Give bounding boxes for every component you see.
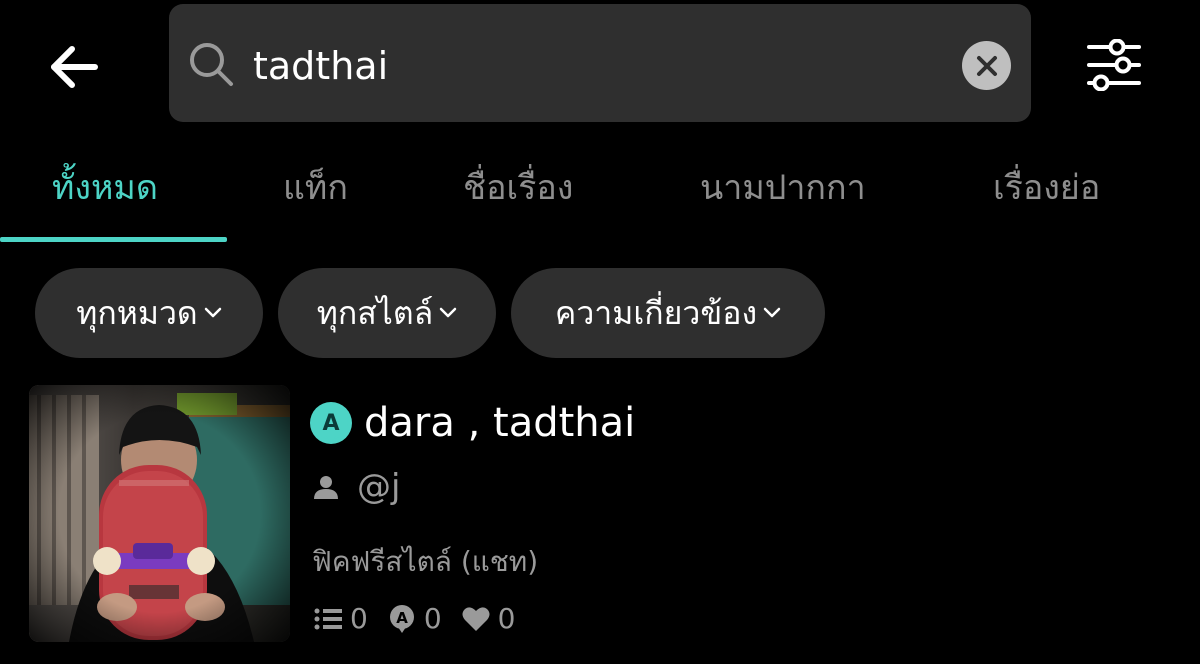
tab-tags[interactable]: แท็ก <box>283 160 348 214</box>
person-icon <box>314 476 338 499</box>
category-filter-chip[interactable]: ทุกหมวด <box>35 268 263 358</box>
result-category: ฟิคฟรีสไตล์ (แชท) <box>312 545 539 578</box>
result-stats: 0 A 0 0 <box>314 602 535 635</box>
sliders-icon <box>1087 39 1141 91</box>
sort-filter-label: ความเกี่ยวข้อง <box>554 293 758 332</box>
search-bar <box>169 4 1031 122</box>
sort-filter-chip[interactable]: ความเกี่ยวข้อง <box>511 268 825 358</box>
arrow-left-icon <box>51 46 98 88</box>
svg-text:A: A <box>396 609 408 627</box>
tab-all[interactable]: ทั้งหมด <box>52 160 158 214</box>
active-tab-indicator <box>0 237 227 242</box>
search-result-item[interactable]: A dara , tadthai @j ฟิคฟรีสไตล์ (แชท) 0 … <box>0 380 1200 650</box>
story-cover-image <box>29 385 290 642</box>
heart-icon <box>462 606 490 631</box>
style-filter-label: ทุกสไตล์ <box>316 293 434 332</box>
chevron-down-icon <box>439 307 457 318</box>
list-icon <box>314 608 342 629</box>
category-filter-label: ทุกหมวด <box>76 293 198 332</box>
tab-pen-name[interactable]: นามปากกา <box>700 160 866 214</box>
search-input[interactable] <box>253 36 953 96</box>
result-title-row: A dara , tadthai <box>310 400 635 446</box>
like-count-value: 0 <box>497 602 516 635</box>
clear-search-button[interactable] <box>962 41 1011 90</box>
svg-text:A: A <box>322 411 339 436</box>
author-row: @j <box>313 467 400 507</box>
filter-settings-button[interactable] <box>1084 36 1144 94</box>
chevron-down-icon <box>763 307 781 318</box>
chapter-count: 0 <box>314 602 368 635</box>
comment-icon: A <box>389 604 414 633</box>
result-title: dara , tadthai <box>364 400 636 446</box>
comment-count-value: 0 <box>423 602 442 635</box>
author-name: @j <box>357 467 401 507</box>
chevron-down-icon <box>204 307 221 318</box>
back-button[interactable] <box>44 38 102 96</box>
search-screen: ทั้งหมด แท็ก ชื่อเรื่อง นามปากกา เรื่องย… <box>0 0 1200 664</box>
tab-synopsis[interactable]: เรื่องย่อ <box>993 160 1100 214</box>
story-type-badge-icon: A <box>310 402 352 444</box>
close-icon <box>976 55 997 76</box>
search-icon <box>190 43 233 86</box>
search-tabs: ทั้งหมด แท็ก ชื่อเรื่อง นามปากกา เรื่องย… <box>0 148 1200 244</box>
tab-title[interactable]: ชื่อเรื่อง <box>463 160 573 214</box>
comment-count: A 0 <box>388 602 442 635</box>
style-filter-chip[interactable]: ทุกสไตล์ <box>278 268 496 358</box>
speech-bubble-icon: A <box>314 405 348 443</box>
chapter-count-value: 0 <box>350 602 368 635</box>
like-count: 0 <box>462 602 516 635</box>
